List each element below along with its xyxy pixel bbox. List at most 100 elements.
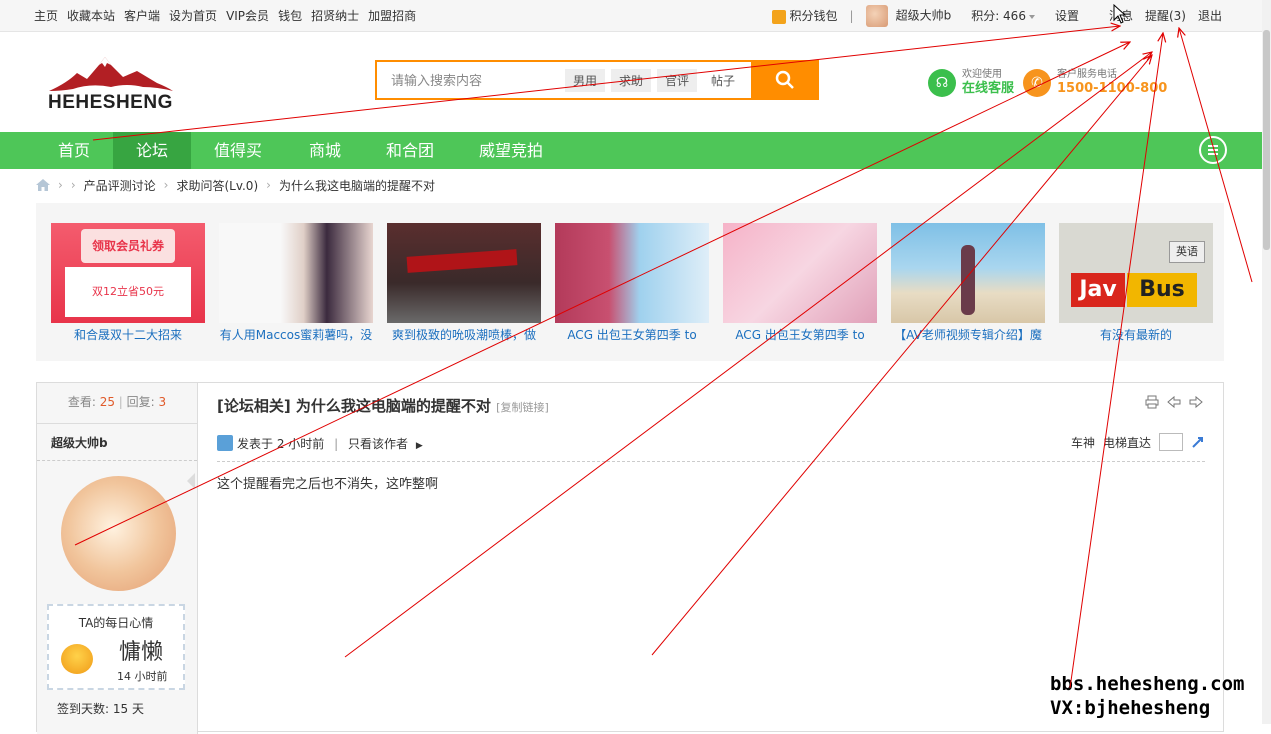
gallery-image (723, 223, 877, 323)
main-nav: 首页 论坛 值得买 商城 和合团 威望竞拍 (0, 132, 1262, 169)
gallery-item[interactable]: ACG 出包王女第四季 to (555, 223, 709, 342)
breadcrumb-section[interactable]: 求助问答(Lv.0) (176, 177, 258, 194)
views-count: 25 (99, 395, 115, 409)
gallery-caption: 有没有最新的 (1099, 328, 1172, 342)
gallery-caption: 有人用Maccos蜜莉薯吗，没 (219, 328, 373, 342)
username-label: 超级大帅b (895, 8, 952, 22)
mood-title: TA的每日心情 (78, 616, 154, 630)
gallery-caption: 【AV老师视频专辑介绍】魔 (894, 328, 1042, 342)
posted-time: 发表于 2 小时前 (237, 437, 325, 451)
jav-logo-right: Bus (1127, 273, 1197, 307)
top-link-set-homepage[interactable]: 设为首页 (169, 7, 217, 24)
gallery-caption: ACG 出包王女第四季 to (567, 328, 697, 342)
top-link-bookmark[interactable]: 收藏本站 (67, 7, 115, 24)
settings-link[interactable]: 设置 (1055, 7, 1079, 24)
floor-input[interactable] (1159, 433, 1183, 451)
gallery-item[interactable]: 有人用Maccos蜜莉薯吗，没 (219, 223, 373, 342)
home-icon[interactable] (36, 179, 50, 191)
search-scope-posts[interactable]: 帖子 (703, 69, 744, 92)
author-name[interactable]: 超级大帅b (51, 434, 108, 451)
top-link-vip[interactable]: VIP会员 (226, 7, 269, 24)
next-thread-icon[interactable] (1189, 395, 1203, 409)
gallery-image (891, 223, 1045, 323)
gallery-image (219, 223, 373, 323)
chevron-right-icon: › (266, 178, 271, 192)
top-link-home[interactable]: 主页 (34, 7, 58, 24)
nav-item-mall[interactable]: 商城 (290, 132, 360, 169)
nav-item-group[interactable]: 和合团 (372, 132, 448, 169)
points-wallet-label: 积分钱包 (789, 9, 838, 23)
go-floor-icon[interactable] (1191, 435, 1205, 449)
mood-face-icon (61, 644, 93, 674)
post-content: 这个提醒看完之后也不消失，这咋整啊 (217, 477, 439, 492)
nav-item-forum[interactable]: 论坛 (113, 132, 191, 169)
chevron-down-icon (1028, 14, 1035, 19)
chevron-right-icon: › (163, 178, 169, 192)
top-link-wallet[interactable]: 钱包 (278, 7, 302, 24)
gallery-image: 英语 Jav Bus (1059, 223, 1213, 323)
gallery-item[interactable]: 爽到极致的吮吸潮喷棒，做 (387, 223, 541, 342)
points-label: 积分: 466 (971, 9, 1026, 23)
phone-service: ✆ 客户服务电话 1500-1100-800 (1023, 68, 1167, 97)
search-tag-male[interactable]: 男用 (565, 69, 606, 92)
breadcrumb-board[interactable]: 产品评测讨论 (84, 177, 156, 194)
author-panel: 超级大帅b TA的每日心情 慵懒 14 小时前 签到天数: 15 天 (37, 424, 198, 734)
nav-item-home[interactable]: 首页 (38, 132, 110, 169)
gallery-caption: 和合晟双十二大招来 (73, 328, 182, 342)
elevator-label: 电梯直达 (1102, 435, 1151, 450)
gallery-item[interactable]: 【AV老师视频专辑介绍】魔 (891, 223, 1045, 342)
phone-label: 客户服务电话 (1057, 69, 1117, 80)
car-god-link[interactable]: 车神 (1071, 434, 1095, 451)
top-link-franchise[interactable]: 加盟招商 (368, 7, 416, 24)
menu-icon[interactable] (1199, 136, 1227, 164)
author-avatar[interactable] (61, 476, 176, 591)
gallery-caption: 爽到极致的吮吸潮喷棒，做 (391, 328, 536, 342)
watermark-site: bbs.hehesheng.com (1050, 673, 1245, 695)
user-menu[interactable]: 超级大帅b (865, 4, 952, 27)
reminders-link[interactable]: 提醒(3) (1145, 7, 1186, 24)
divider: | (849, 8, 854, 23)
search-tag-review[interactable]: 官评 (657, 69, 698, 92)
nav-item-auction[interactable]: 威望竞拍 (466, 132, 556, 169)
nav-item-deals[interactable]: 值得买 (200, 132, 276, 169)
only-author-link[interactable]: 只看该作者 (348, 437, 408, 451)
chevron-right-icon: › (70, 178, 76, 192)
wallet-icon (771, 9, 786, 24)
page-scrollbar[interactable] (1262, 0, 1271, 724)
post-meta-text: 发表于 2 小时前 | 只看该作者 ▶ (237, 437, 423, 451)
points-wallet-link[interactable]: 积分钱包 (771, 7, 838, 24)
user-bar: 积分钱包 | 超级大帅b 积分: 466 设置 消息 提醒(3) 退出 (760, 0, 1222, 31)
top-links: 主页 收藏本站 客户端 设为首页 VIP会员 钱包 招贤纳士 加盟招商 (34, 0, 425, 31)
breadcrumb-current: 为什么我这电脑端的提醒不对 (278, 178, 435, 193)
gallery-item[interactable]: 英语 Jav Bus 有没有最新的 (1059, 223, 1213, 342)
top-link-recruit[interactable]: 招贤纳士 (311, 7, 359, 24)
search-input[interactable] (389, 71, 563, 91)
views-label: 查看: (67, 395, 96, 409)
logout-link[interactable]: 退出 (1198, 7, 1222, 24)
gallery-item[interactable]: 领取会员礼券 双12立省50元 和合晟双十二大招来 (51, 223, 205, 342)
post-title-text: [论坛相关] 为什么我这电脑端的提醒不对 (217, 397, 491, 415)
post-title: [论坛相关] 为什么我这电脑端的提醒不对 [复制链接] (217, 395, 549, 416)
top-link-client[interactable]: 客户端 (124, 7, 160, 24)
play-icon: ▶ (415, 441, 423, 451)
replies-count: 3 (158, 395, 167, 409)
post-stats: 查看: 25 | 回复: 3 (37, 383, 198, 424)
top-bar: 主页 收藏本站 客户端 设为首页 VIP会员 钱包 招贤纳士 加盟招商 积分钱包… (0, 0, 1262, 32)
gallery-item[interactable]: ACG 出包王女第四季 to (723, 223, 877, 342)
post-tools (1145, 395, 1203, 409)
online-service[interactable]: ☊ 欢迎使用 在线客服 (928, 68, 1014, 97)
user-avatar (865, 4, 888, 27)
phone-icon: ✆ (1023, 68, 1051, 97)
breadcrumb: › › 产品评测讨论 › 求助问答(Lv.0) › 为什么我这电脑端的提醒不对 (36, 175, 435, 195)
points-menu[interactable]: 积分: 466 (971, 7, 1035, 24)
post-container: 查看: 25 | 回复: 3 [论坛相关] 为什么我这电脑端的提醒不对 [复制链… (36, 382, 1224, 734)
copy-link-button[interactable]: [复制链接] (496, 401, 549, 414)
jav-logo-left: Jav (1071, 273, 1125, 307)
prev-thread-icon[interactable] (1167, 395, 1181, 409)
search-button[interactable] (751, 60, 819, 100)
scrollbar-thumb[interactable] (1263, 30, 1270, 250)
search-tag-help[interactable]: 求助 (611, 69, 652, 92)
service-welcome: 欢迎使用 (962, 69, 1002, 80)
print-icon[interactable] (1145, 395, 1159, 409)
watermark-contact: VX:bjhehesheng (1050, 697, 1211, 719)
